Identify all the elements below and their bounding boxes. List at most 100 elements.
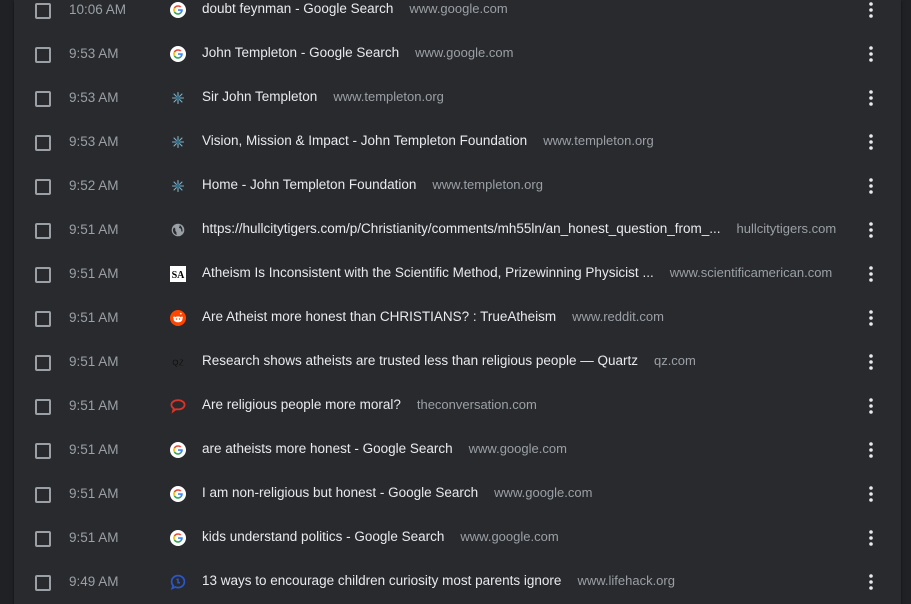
history-row[interactable]: 9:51 AM SA Atheism Is Inconsistent with … bbox=[14, 252, 901, 296]
entry-link: Research shows atheists are trusted less… bbox=[202, 353, 845, 368]
quartz-icon: QZ bbox=[170, 354, 186, 370]
more-actions-button[interactable] bbox=[861, 572, 881, 592]
svg-text:SA: SA bbox=[172, 270, 186, 281]
history-panel: 10:06 AM doubt feynman - Google Search w… bbox=[14, 0, 901, 604]
lifehack-icon bbox=[170, 574, 186, 590]
row-checkbox[interactable] bbox=[35, 487, 51, 503]
history-row[interactable]: 10:06 AM doubt feynman - Google Search w… bbox=[14, 0, 901, 32]
page-title-link[interactable]: kids understand politics - Google Search bbox=[202, 529, 444, 544]
page-title-link[interactable]: 13 ways to encourage children curiosity … bbox=[202, 573, 561, 588]
row-checkbox[interactable] bbox=[35, 267, 51, 283]
more-vert-icon bbox=[869, 530, 873, 546]
page-domain: www.google.com bbox=[468, 441, 567, 456]
conversation-icon bbox=[170, 398, 186, 414]
more-vert-icon bbox=[869, 178, 873, 194]
entry-link: John Templeton - Google Search www.googl… bbox=[202, 45, 845, 60]
page-domain: theconversation.com bbox=[416, 397, 537, 412]
history-row[interactable]: 9:51 AM I am non-religious but honest - … bbox=[14, 472, 901, 516]
history-row[interactable]: 9:49 AM 13 ways to encourage children cu… bbox=[14, 560, 901, 604]
row-checkbox[interactable] bbox=[35, 135, 51, 151]
more-actions-button[interactable] bbox=[861, 220, 881, 240]
entry-link: Atheism Is Inconsistent with the Scienti… bbox=[202, 265, 845, 280]
more-actions-button[interactable] bbox=[861, 308, 881, 328]
more-actions-button[interactable] bbox=[861, 440, 881, 460]
page-title-link[interactable]: Vision, Mission & Impact - John Templeto… bbox=[202, 133, 527, 148]
more-actions-button[interactable] bbox=[861, 352, 881, 372]
visit-time: 9:51 AM bbox=[69, 398, 119, 413]
more-actions-button[interactable] bbox=[861, 528, 881, 548]
more-actions-button[interactable] bbox=[861, 88, 881, 108]
row-checkbox[interactable] bbox=[35, 443, 51, 459]
history-row[interactable]: 9:53 AM Sir John Templeton www.templeton… bbox=[14, 76, 901, 120]
more-actions-button[interactable] bbox=[861, 176, 881, 196]
entry-link: I am non-religious but honest - Google S… bbox=[202, 485, 845, 500]
more-actions-button[interactable] bbox=[861, 132, 881, 152]
globe-icon bbox=[170, 222, 186, 238]
google-icon bbox=[170, 46, 186, 62]
page-title-link[interactable]: Are Atheist more honest than CHRISTIANS?… bbox=[202, 309, 556, 324]
page-title-link[interactable]: doubt feynman - Google Search bbox=[202, 1, 393, 16]
entry-link: are atheists more honest - Google Search… bbox=[202, 441, 845, 456]
entry-link: Are religious people more moral? theconv… bbox=[202, 397, 845, 412]
reddit-icon bbox=[170, 310, 186, 326]
more-vert-icon bbox=[869, 134, 873, 150]
row-checkbox[interactable] bbox=[35, 47, 51, 63]
row-checkbox[interactable] bbox=[35, 575, 51, 591]
row-checkbox[interactable] bbox=[35, 399, 51, 415]
history-row[interactable]: 9:51 AM are atheists more honest - Googl… bbox=[14, 428, 901, 472]
page-title-link[interactable]: Are religious people more moral? bbox=[202, 397, 401, 412]
more-actions-button[interactable] bbox=[861, 0, 881, 20]
page-title-link[interactable]: Research shows atheists are trusted less… bbox=[202, 353, 638, 368]
row-checkbox[interactable] bbox=[35, 3, 51, 19]
page-title-link[interactable]: Atheism Is Inconsistent with the Scienti… bbox=[202, 265, 654, 280]
history-row[interactable]: 9:51 AM QZ Research shows atheists are t… bbox=[14, 340, 901, 384]
scientific-american-icon: SA bbox=[170, 266, 186, 282]
more-vert-icon bbox=[869, 222, 873, 238]
visit-time: 9:51 AM bbox=[69, 310, 119, 325]
history-row[interactable]: 9:51 AM Are Atheist more honest than CHR… bbox=[14, 296, 901, 340]
page-domain: www.google.com bbox=[415, 45, 514, 60]
row-checkbox[interactable] bbox=[35, 311, 51, 327]
more-actions-button[interactable] bbox=[861, 44, 881, 64]
more-vert-icon bbox=[869, 90, 873, 106]
more-vert-icon bbox=[869, 486, 873, 502]
page-domain: hullcitytigers.com bbox=[736, 221, 837, 236]
history-row[interactable]: 9:52 AM Home - John Templeton Foundation… bbox=[14, 164, 901, 208]
page-title-link[interactable]: Sir John Templeton bbox=[202, 89, 317, 104]
page-domain: www.templeton.org bbox=[432, 177, 543, 192]
row-checkbox[interactable] bbox=[35, 355, 51, 371]
more-actions-button[interactable] bbox=[861, 396, 881, 416]
google-icon bbox=[170, 486, 186, 502]
entry-link: Vision, Mission & Impact - John Templeto… bbox=[202, 133, 845, 148]
page-domain: www.scientificamerican.com bbox=[669, 265, 833, 280]
page-title-link[interactable]: Home - John Templeton Foundation bbox=[202, 177, 416, 192]
entry-link: Are Atheist more honest than CHRISTIANS?… bbox=[202, 309, 845, 324]
history-row[interactable]: 9:51 AM Are religious people more moral?… bbox=[14, 384, 901, 428]
page-title-link[interactable]: John Templeton - Google Search bbox=[202, 45, 399, 60]
row-checkbox[interactable] bbox=[35, 223, 51, 239]
visit-time: 9:52 AM bbox=[69, 178, 119, 193]
history-row[interactable]: 9:53 AM John Templeton - Google Search w… bbox=[14, 32, 901, 76]
more-actions-button[interactable] bbox=[861, 484, 881, 504]
page-domain: www.lifehack.org bbox=[577, 573, 675, 588]
row-checkbox[interactable] bbox=[35, 531, 51, 547]
visit-time: 9:51 AM bbox=[69, 222, 119, 237]
page-title-link[interactable]: I am non-religious but honest - Google S… bbox=[202, 485, 478, 500]
visit-time: 9:53 AM bbox=[69, 90, 119, 105]
entry-link: Sir John Templeton www.templeton.org bbox=[202, 89, 845, 104]
page-title-link[interactable]: https://hullcitytigers.com/p/Christianit… bbox=[202, 221, 721, 236]
row-checkbox[interactable] bbox=[35, 179, 51, 195]
page-title-link[interactable]: are atheists more honest - Google Search bbox=[202, 441, 453, 456]
more-actions-button[interactable] bbox=[861, 264, 881, 284]
entry-link: Home - John Templeton Foundation www.tem… bbox=[202, 177, 845, 192]
history-row[interactable]: 9:51 AM kids understand politics - Googl… bbox=[14, 516, 901, 560]
visit-time: 9:51 AM bbox=[69, 530, 119, 545]
templeton-icon bbox=[170, 90, 186, 106]
history-row[interactable]: 9:51 AM https://hullcitytigers.com/p/Chr… bbox=[14, 208, 901, 252]
history-row[interactable]: 9:53 AM Vision, Mission & Impact - John … bbox=[14, 120, 901, 164]
row-checkbox[interactable] bbox=[35, 91, 51, 107]
entry-link: https://hullcitytigers.com/p/Christianit… bbox=[202, 221, 845, 236]
visit-time: 9:51 AM bbox=[69, 354, 119, 369]
visit-time: 9:53 AM bbox=[69, 46, 119, 61]
google-icon bbox=[170, 442, 186, 458]
